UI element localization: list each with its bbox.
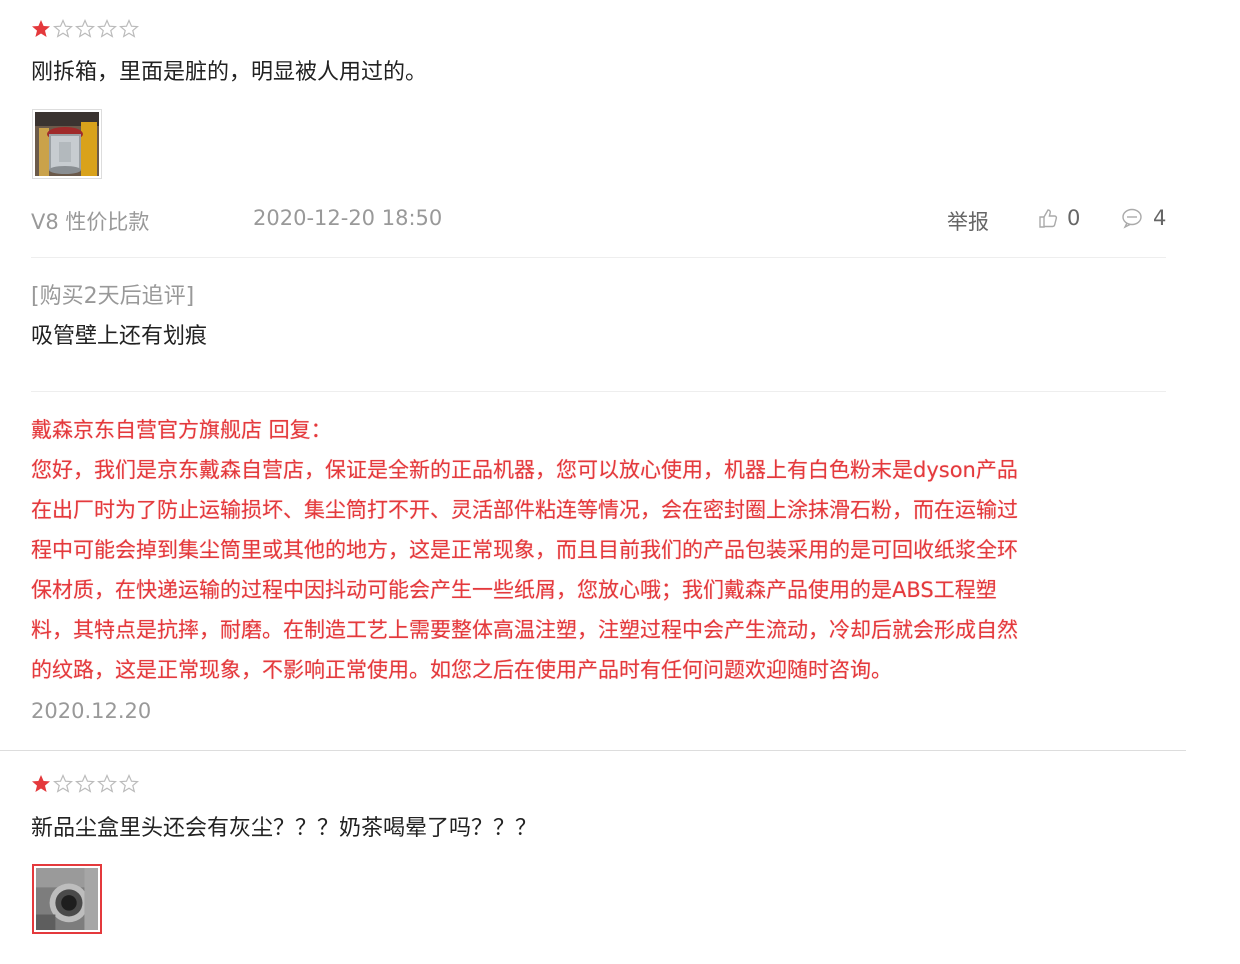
like-count: 0 bbox=[1067, 206, 1081, 230]
reply-date: 2020.12.20 bbox=[31, 699, 152, 723]
star-empty-icon bbox=[97, 19, 117, 38]
product-variant: V8 性价比款 bbox=[31, 210, 150, 234]
star-empty-icon bbox=[119, 19, 139, 38]
star-empty-icon bbox=[75, 774, 95, 793]
report-link[interactable]: 举报 bbox=[947, 206, 989, 236]
comment-icon bbox=[1122, 208, 1142, 229]
star-rating bbox=[31, 19, 139, 39]
seller-reply-line: 料，其特点是抗摔，耐磨。在制造工艺上需要整体高温注塑，注塑过程中会产生流动，冷却… bbox=[31, 618, 1018, 642]
seller-reply-line: 在出厂时为了防止运输损坏、集尘筒打不开、灵活部件粘连等情况，会在密封圈上涂抹滑石… bbox=[31, 498, 1018, 522]
divider bbox=[31, 257, 1166, 258]
seller-reply-header: 戴森京东自营官方旗舰店 回复： bbox=[31, 418, 332, 442]
seller-reply: 戴森京东自营官方旗舰店 回复： 您好，我们是京东戴森自营店，保证是全新的正品机器… bbox=[31, 410, 1171, 690]
followup-content: 吸管壁上还有划痕 bbox=[31, 324, 208, 349]
star-empty-icon bbox=[53, 774, 73, 793]
thumbs-up-icon bbox=[1039, 209, 1058, 228]
star-filled-icon bbox=[32, 20, 50, 37]
comment-button[interactable]: 4 bbox=[1121, 206, 1166, 230]
review-divider bbox=[0, 750, 1186, 751]
vacuum-dustbin-photo bbox=[35, 112, 99, 176]
divider bbox=[31, 391, 1166, 392]
seller-reply-line: 程中可能会掉到集尘筒里或其他的地方，这是正常现象，而且目前我们的产品包装采用的是… bbox=[31, 538, 1018, 562]
like-button[interactable]: 0 bbox=[1037, 206, 1080, 230]
star-rating bbox=[31, 774, 139, 794]
seller-reply-line: 您好，我们是京东戴森自营店，保证是全新的正品机器，您可以放心使用，机器上有白色粉… bbox=[31, 458, 1018, 482]
star-filled-icon bbox=[32, 775, 50, 792]
review-image-thumbnail[interactable] bbox=[32, 864, 102, 934]
review-content: 刚拆箱，里面是脏的，明显被人用过的。 bbox=[31, 60, 428, 85]
comment-count: 4 bbox=[1153, 206, 1167, 230]
seller-reply-line: 的纹路，这是正常现象，不影响正常使用。如您之后在使用产品时有任何问题欢迎随时咨询… bbox=[31, 658, 892, 682]
star-empty-icon bbox=[119, 774, 139, 793]
seller-reply-line: 保材质，在快递运输的过程中因抖动可能会产生一些纸屑，您放心哦；我们戴森产品使用的… bbox=[31, 578, 997, 602]
review-image-thumbnail[interactable] bbox=[32, 109, 102, 179]
dustbin-interior-photo bbox=[36, 868, 98, 930]
followup-label: [购买2天后追评] bbox=[31, 284, 195, 309]
review-content: 新品尘盒里头还会有灰尘？？？奶茶喝晕了吗？？？ bbox=[31, 816, 538, 841]
review-date: 2020-12-20 18:50 bbox=[253, 206, 443, 230]
star-empty-icon bbox=[53, 19, 73, 38]
star-empty-icon bbox=[75, 19, 95, 38]
review-meta-row: V8 性价比款 2020-12-20 18:50 举报 0 4 bbox=[31, 206, 1166, 236]
star-empty-icon bbox=[97, 774, 117, 793]
